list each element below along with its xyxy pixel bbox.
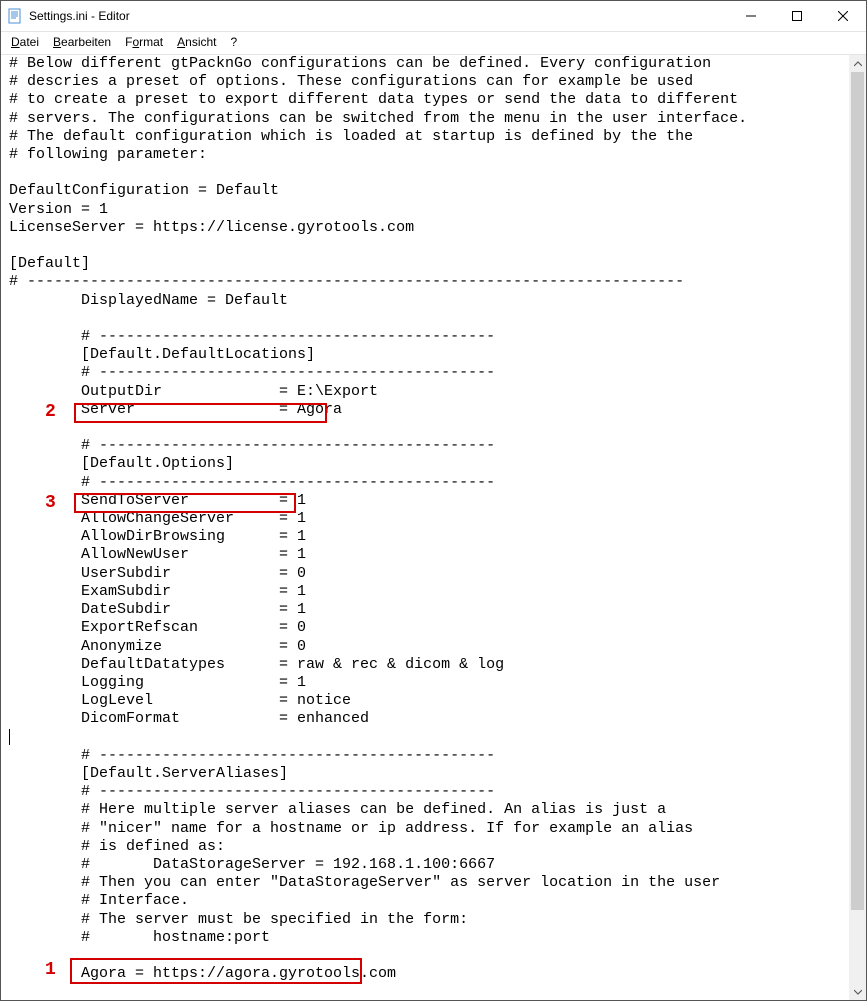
menu-file[interactable]: Datei	[11, 35, 39, 49]
window-title: Settings.ini - Editor	[29, 9, 728, 23]
window-controls	[728, 1, 866, 31]
titlebar: Settings.ini - Editor	[1, 1, 866, 32]
scroll-down-arrow[interactable]	[849, 983, 866, 1000]
maximize-button[interactable]	[774, 1, 820, 31]
close-button[interactable]	[820, 1, 866, 31]
minimize-button[interactable]	[728, 1, 774, 31]
scroll-up-arrow[interactable]	[849, 55, 866, 72]
menu-edit[interactable]: Bearbeiten	[53, 35, 111, 49]
menu-format[interactable]: Format	[125, 35, 163, 49]
window-frame: Settings.ini - Editor Datei Bearbeiten F…	[0, 0, 867, 1001]
scroll-track[interactable]	[849, 72, 866, 983]
menubar: Datei Bearbeiten Format Ansicht ?	[1, 32, 866, 54]
menu-help[interactable]: ?	[231, 35, 238, 49]
menu-view[interactable]: Ansicht	[177, 35, 216, 49]
text-caret	[9, 729, 10, 745]
vertical-scrollbar[interactable]	[849, 55, 866, 1000]
app-icon	[7, 8, 23, 24]
content-area: # Below different gtPacknGo configuratio…	[1, 54, 866, 1000]
text-editor[interactable]: # Below different gtPacknGo configuratio…	[1, 55, 866, 1000]
scroll-thumb[interactable]	[851, 72, 864, 910]
